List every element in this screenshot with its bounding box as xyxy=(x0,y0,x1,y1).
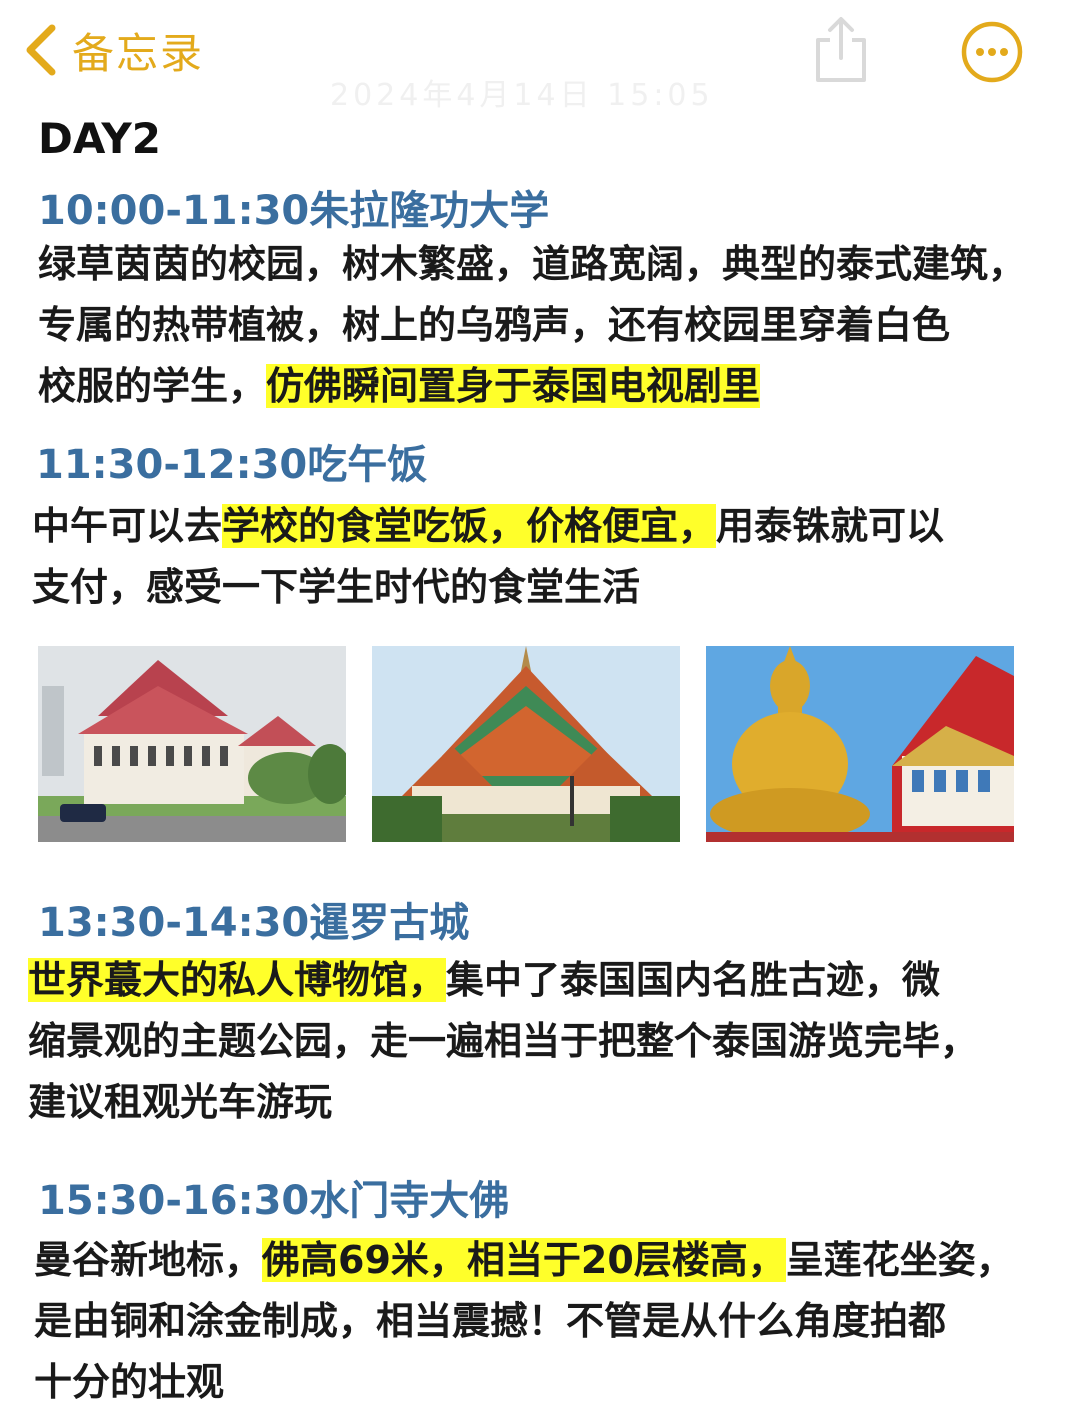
photo-row xyxy=(38,646,1018,842)
section-paragraph: 世界蕞大的私人博物馆，集中了泰国国内名胜古迹，微 缩景观的主题公园，走一遍相当于… xyxy=(28,950,978,1133)
more-button[interactable] xyxy=(960,20,1024,84)
section-paragraph: 中午可以去学校的食堂吃饭，价格便宜，用泰铢就可以 支付，感受一下学生时代的食堂生… xyxy=(32,496,944,618)
photo-ancient-siam-temple[interactable] xyxy=(372,646,680,842)
photo-wat-paknam-buddha[interactable] xyxy=(706,646,1014,842)
chevron-left-icon xyxy=(26,24,56,76)
paragraph-line: 绿草茵茵的校园，树木繁盛，道路宽阔，典型的泰式建筑， xyxy=(38,242,1027,286)
day-title: DAY2 xyxy=(38,114,161,163)
section-paragraph: 曼谷新地标，佛高69米，相当于20层楼高，呈莲花坐姿， 是由铜和涂金制成，相当震… xyxy=(34,1230,1014,1413)
section-time-heading: 10:00-11:30朱拉隆功大学 xyxy=(38,188,550,234)
highlighted-text: 学校的食堂吃饭，价格便宜， xyxy=(222,504,717,548)
section-time-heading: 13:30-14:30暹罗古城 xyxy=(38,900,470,946)
paragraph-line: 十分的壮观 xyxy=(34,1360,225,1404)
paragraph-line: 支付，感受一下学生时代的食堂生活 xyxy=(32,565,641,609)
paragraph-line: 专属的热带植被，树上的乌鸦声，还有校园里穿着白色 xyxy=(38,303,951,347)
paragraph-line: 世界蕞大的私人博物馆，集中了泰国国内名胜古迹，微 xyxy=(28,958,941,1002)
navigation-bar: 备忘录 2024年4月14日 15:05 xyxy=(0,0,1080,113)
section-time-heading: 15:30-16:30水门寺大佛 xyxy=(38,1178,510,1224)
more-icon xyxy=(961,21,1023,83)
share-button[interactable] xyxy=(810,14,872,84)
paragraph-line: 曼谷新地标，佛高69米，相当于20层楼高，呈莲花坐姿， xyxy=(34,1238,1014,1282)
paragraph-line: 建议租观光车游玩 xyxy=(28,1080,333,1124)
section-paragraph: 绿草茵茵的校园，树木繁盛，道路宽阔，典型的泰式建筑， 专属的热带植被，树上的乌鸦… xyxy=(38,234,1026,417)
note-date-ghost: 2024年4月14日 15:05 xyxy=(330,78,714,113)
paragraph-line: 是由铜和涂金制成，相当震撼！不管是从什么角度拍都 xyxy=(34,1299,947,1343)
paragraph-line: 中午可以去学校的食堂吃饭，价格便宜，用泰铢就可以 xyxy=(32,504,945,548)
highlighted-text: 世界蕞大的私人博物馆， xyxy=(28,958,447,1002)
back-label: 备忘录 xyxy=(72,28,205,78)
highlighted-text: 佛高69米，相当于20层楼高， xyxy=(262,1238,786,1282)
paragraph-line: 校服的学生，仿佛瞬间置身于泰国电视剧里 xyxy=(38,364,761,408)
back-button[interactable]: 备忘录 xyxy=(22,20,204,80)
section-time-heading: 11:30-12:30吃午饭 xyxy=(36,442,428,488)
paragraph-line: 缩景观的主题公园，走一遍相当于把整个泰国游览完毕， xyxy=(28,1019,979,1063)
photo-chulalongkorn-university[interactable] xyxy=(38,646,346,842)
highlighted-text: 仿佛瞬间置身于泰国电视剧里 xyxy=(266,364,761,408)
share-icon xyxy=(816,17,866,82)
